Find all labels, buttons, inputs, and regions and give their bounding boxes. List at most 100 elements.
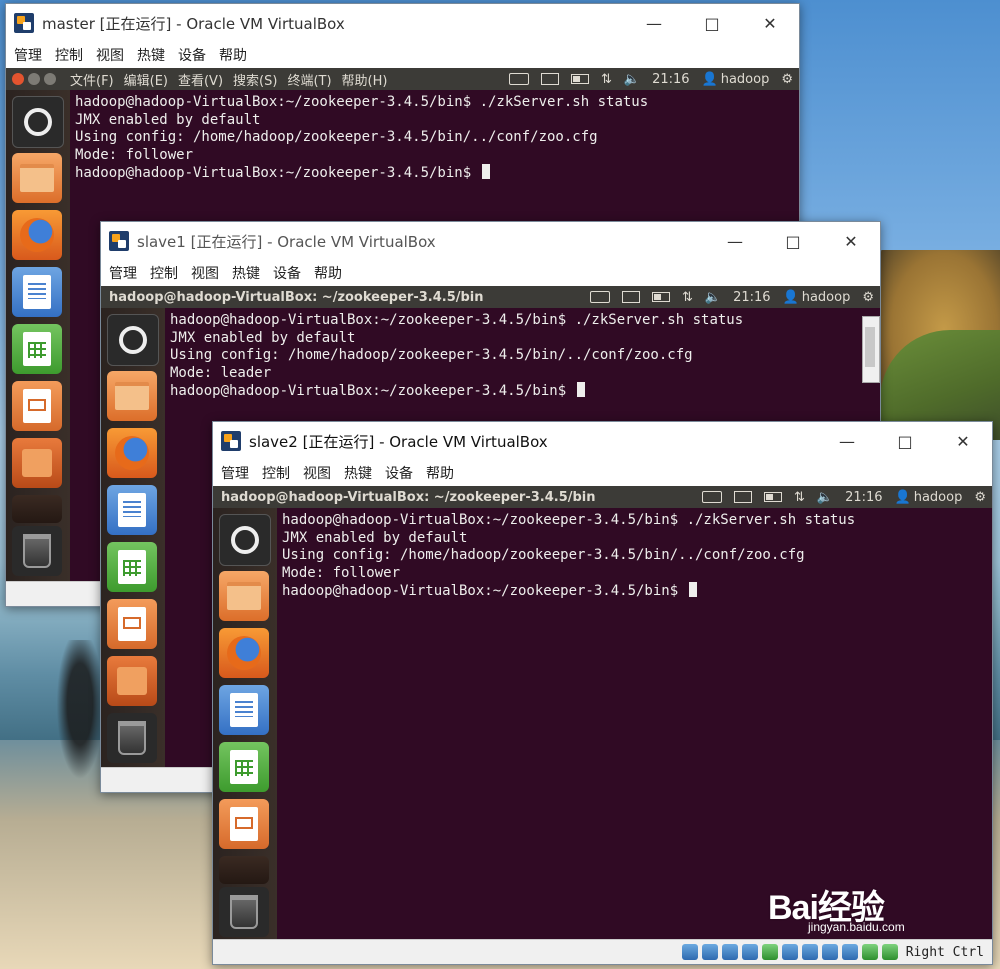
terminal-menu-view[interactable]: 查看(V) [178, 70, 223, 89]
maximize-button[interactable]: □ [764, 222, 822, 260]
user-name[interactable]: hadoop [721, 72, 770, 87]
workspace-switcher-icon[interactable] [219, 856, 269, 884]
menu-manage[interactable]: 管理 [221, 463, 249, 483]
menu-help[interactable]: 帮助 [426, 463, 454, 483]
menu-view[interactable]: 视图 [96, 45, 124, 65]
terminal-menu-search[interactable]: 搜索(S) [233, 70, 277, 89]
volume-icon[interactable]: 🔈 [705, 290, 721, 305]
network-adapter-icon[interactable] [741, 944, 758, 960]
keyboard-icon[interactable] [589, 291, 610, 303]
menu-control[interactable]: 控制 [262, 463, 290, 483]
libreoffice-calc-icon[interactable] [107, 542, 157, 592]
libreoffice-calc-icon[interactable] [219, 742, 269, 792]
menu-view[interactable]: 视图 [191, 263, 219, 283]
audio-icon[interactable] [721, 944, 738, 960]
minimize-button[interactable]: — [706, 222, 764, 260]
mouse-integration-icon[interactable] [861, 944, 878, 960]
dash-home-icon[interactable] [107, 314, 159, 366]
dash-home-icon[interactable] [12, 96, 64, 148]
display-icon[interactable] [801, 944, 818, 960]
firefox-icon[interactable] [107, 428, 157, 478]
dash-home-icon[interactable] [219, 514, 271, 566]
software-center-icon[interactable] [107, 656, 157, 706]
hard-disk-icon[interactable] [681, 944, 698, 960]
title-bar[interactable]: slave1 [正在运行] - Oracle VM VirtualBox — □… [101, 222, 880, 260]
clock[interactable]: 21:16 [733, 290, 770, 305]
mail-icon[interactable] [621, 291, 640, 303]
user-name[interactable]: hadoop [914, 490, 963, 505]
close-button[interactable]: ✕ [934, 422, 992, 460]
close-button[interactable]: ✕ [822, 222, 880, 260]
files-icon[interactable] [107, 371, 157, 421]
mail-icon[interactable] [733, 491, 752, 503]
menu-manage[interactable]: 管理 [109, 263, 137, 283]
menu-devices[interactable]: 设备 [178, 45, 206, 65]
battery-icon[interactable] [763, 492, 782, 502]
firefox-icon[interactable] [219, 628, 269, 678]
usb-icon[interactable] [761, 944, 778, 960]
files-icon[interactable] [12, 153, 62, 203]
settings-gear-icon[interactable]: ⚙ [781, 72, 793, 87]
libreoffice-impress-icon[interactable] [219, 799, 269, 849]
workspace-switcher-icon[interactable] [12, 495, 62, 523]
menu-devices[interactable]: 设备 [385, 463, 413, 483]
terminal-scrollbar[interactable] [862, 316, 880, 383]
menu-help[interactable]: 帮助 [219, 45, 247, 65]
clock[interactable]: 21:16 [845, 490, 882, 505]
menu-view[interactable]: 视图 [303, 463, 331, 483]
mail-icon[interactable] [540, 73, 559, 85]
menu-hotkey[interactable]: 热键 [344, 463, 372, 483]
software-center-icon[interactable] [12, 438, 62, 488]
user-name[interactable]: hadoop [802, 290, 851, 305]
trash-icon[interactable] [219, 887, 269, 937]
menu-devices[interactable]: 设备 [273, 263, 301, 283]
trash-icon[interactable] [107, 713, 157, 763]
maximize-button[interactable]: □ [683, 4, 741, 42]
firefox-icon[interactable] [12, 210, 62, 260]
settings-gear-icon[interactable]: ⚙ [974, 490, 986, 505]
menu-manage[interactable]: 管理 [14, 45, 42, 65]
menu-control[interactable]: 控制 [55, 45, 83, 65]
volume-icon[interactable]: 🔈 [817, 490, 833, 505]
video-capture-icon[interactable] [821, 944, 838, 960]
libreoffice-impress-icon[interactable] [107, 599, 157, 649]
download-icon[interactable] [881, 944, 898, 960]
close-button[interactable]: ✕ [741, 4, 799, 42]
minimize-button[interactable]: — [625, 4, 683, 42]
network-icon[interactable]: ⇅ [601, 72, 612, 87]
keyboard-icon[interactable] [508, 73, 529, 85]
virtualization-icon[interactable] [841, 944, 858, 960]
libreoffice-writer-icon[interactable] [12, 267, 62, 317]
menu-hotkey[interactable]: 热键 [232, 263, 260, 283]
maximize-button[interactable]: □ [876, 422, 934, 460]
title-bar[interactable]: master [正在运行] - Oracle VM VirtualBox — □… [6, 4, 799, 42]
trash-icon[interactable] [12, 526, 62, 576]
terminal-close-icon[interactable] [12, 73, 24, 85]
battery-icon[interactable] [651, 292, 670, 302]
optical-drive-icon[interactable] [701, 944, 718, 960]
files-icon[interactable] [219, 571, 269, 621]
shared-folders-icon[interactable] [781, 944, 798, 960]
libreoffice-calc-icon[interactable] [12, 324, 62, 374]
terminal-menu-edit[interactable]: 编辑(E) [124, 70, 168, 89]
terminal-menu-terminal[interactable]: 终端(T) [287, 70, 331, 89]
libreoffice-writer-icon[interactable] [219, 685, 269, 735]
keyboard-icon[interactable] [701, 491, 722, 503]
title-bar[interactable]: slave2 [正在运行] - Oracle VM VirtualBox — □… [213, 422, 992, 460]
libreoffice-impress-icon[interactable] [12, 381, 62, 431]
scrollbar-thumb[interactable] [865, 327, 875, 367]
terminal-menu-file[interactable]: 文件(F) [70, 70, 114, 89]
terminal-maximize-icon[interactable] [44, 73, 56, 85]
clock[interactable]: 21:16 [652, 72, 689, 87]
menu-help[interactable]: 帮助 [314, 263, 342, 283]
network-icon[interactable]: ⇅ [794, 490, 805, 505]
menu-hotkey[interactable]: 热键 [137, 45, 165, 65]
battery-icon[interactable] [570, 74, 589, 84]
menu-control[interactable]: 控制 [150, 263, 178, 283]
settings-gear-icon[interactable]: ⚙ [862, 290, 874, 305]
libreoffice-writer-icon[interactable] [107, 485, 157, 535]
terminal-minimize-icon[interactable] [28, 73, 40, 85]
network-icon[interactable]: ⇅ [682, 290, 693, 305]
volume-icon[interactable]: 🔈 [624, 72, 640, 87]
minimize-button[interactable]: — [818, 422, 876, 460]
